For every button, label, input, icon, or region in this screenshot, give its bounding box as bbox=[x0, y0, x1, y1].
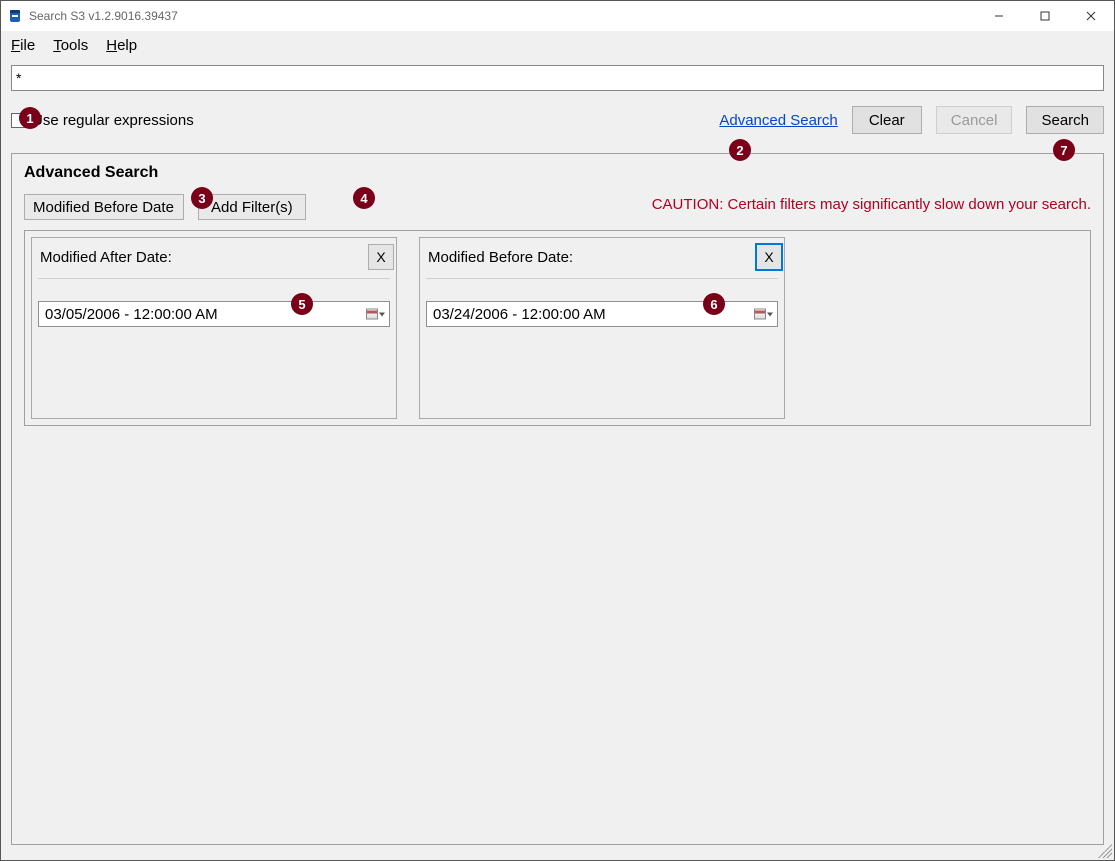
separator bbox=[38, 278, 390, 279]
regex-toggle[interactable]: Use regular expressions bbox=[11, 112, 194, 129]
window-controls bbox=[976, 1, 1114, 31]
caution-text: CAUTION: Certain filters may significant… bbox=[652, 196, 1091, 213]
separator bbox=[426, 278, 778, 279]
regex-label: Use regular expressions bbox=[32, 112, 194, 129]
date-after-value: 03/05/2006 - 12:00:00 AM bbox=[45, 306, 218, 323]
filter-card-modified-before: Modified Before Date: X 03/24/2006 - 12:… bbox=[419, 237, 785, 419]
calendar-icon[interactable] bbox=[366, 309, 385, 320]
menu-help[interactable]: Help bbox=[106, 37, 137, 54]
filter-type-combo[interactable]: Modified Before Date bbox=[24, 194, 184, 220]
search-options-row: Use regular expressions Advanced Search … bbox=[11, 105, 1104, 135]
remove-filter-button[interactable]: X bbox=[756, 244, 782, 270]
filter-type-selected: Modified Before Date bbox=[33, 199, 174, 216]
remove-filter-button[interactable]: X bbox=[368, 244, 394, 270]
date-before-input[interactable]: 03/24/2006 - 12:00:00 AM bbox=[426, 301, 778, 327]
filter-card-modified-after: Modified After Date: X 03/05/2006 - 12:0… bbox=[31, 237, 397, 419]
clear-button[interactable]: Clear bbox=[852, 106, 922, 134]
filters-container: Modified After Date: X 03/05/2006 - 12:0… bbox=[24, 230, 1091, 426]
advanced-toolbar: Modified Before Date Add Filter(s) CAUTI… bbox=[24, 194, 1091, 220]
action-buttons: Advanced Search Clear Cancel Search bbox=[719, 106, 1104, 134]
date-after-input[interactable]: 03/05/2006 - 12:00:00 AM bbox=[38, 301, 390, 327]
filter-label: Modified After Date: bbox=[40, 249, 172, 266]
search-input[interactable] bbox=[11, 65, 1104, 91]
filter-label: Modified Before Date: bbox=[428, 249, 573, 266]
minimize-button[interactable] bbox=[976, 1, 1022, 31]
date-before-value: 03/24/2006 - 12:00:00 AM bbox=[433, 306, 606, 323]
app-icon bbox=[7, 8, 23, 24]
add-filter-button[interactable]: Add Filter(s) bbox=[198, 194, 306, 220]
regex-checkbox[interactable] bbox=[11, 113, 26, 128]
menu-tools[interactable]: Tools bbox=[53, 37, 88, 54]
calendar-icon[interactable] bbox=[754, 309, 773, 320]
search-button[interactable]: Search bbox=[1026, 106, 1104, 134]
menu-file[interactable]: File bbox=[11, 37, 35, 54]
resize-grip[interactable] bbox=[1098, 844, 1112, 858]
content-area: Use regular expressions Advanced Search … bbox=[1, 59, 1114, 860]
menubar: File Tools Help bbox=[1, 31, 1114, 59]
advanced-search-panel: Advanced Search Modified Before Date Add… bbox=[11, 153, 1104, 845]
advanced-search-title: Advanced Search bbox=[24, 164, 1091, 182]
maximize-button[interactable] bbox=[1022, 1, 1068, 31]
window-title: Search S3 v1.2.9016.39437 bbox=[29, 9, 178, 23]
titlebar: Search S3 v1.2.9016.39437 bbox=[1, 1, 1114, 31]
cancel-button: Cancel bbox=[936, 106, 1013, 134]
advanced-search-link[interactable]: Advanced Search bbox=[719, 112, 837, 129]
close-button[interactable] bbox=[1068, 1, 1114, 31]
